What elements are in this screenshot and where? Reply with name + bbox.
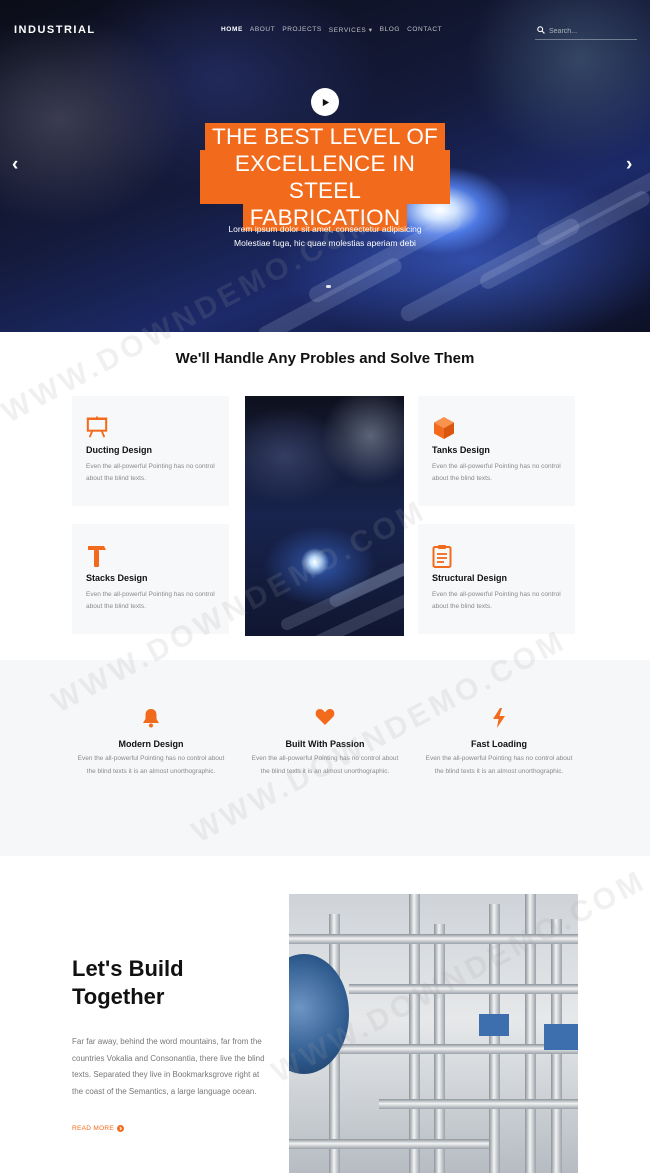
service-card-desc: Even the all-powerful Pointing has no co… [86,463,215,482]
pipes-image [289,894,578,1173]
top-nav: INDUSTRIAL HOME ABOUT PROJECTS SERVICES … [0,0,650,60]
service-card-desc: Even the all-powerful Pointing has no co… [432,463,561,482]
nav-contact[interactable]: CONTACT [407,26,442,34]
hero-banner: INDUSTRIAL HOME ABOUT PROJECTS SERVICES … [0,0,650,332]
bell-icon [143,709,159,728]
welding-image [245,396,404,636]
feature-desc: Even the all-powerful Pointing has no co… [251,755,399,775]
read-more-label: READ MORE [72,1125,115,1132]
pipe [489,904,500,1173]
hammer-icon [88,546,106,567]
service-card-ducting[interactable]: Ducting Design Even the all-powerful Poi… [72,396,229,506]
service-card-desc: Even the all-powerful Pointing has no co… [432,591,561,610]
valve-box [544,1024,578,1050]
main-menu: HOME ABOUT PROJECTS SERVICES ▾ BLOG CONT… [221,26,442,34]
slider-next-arrow-icon[interactable]: › [626,154,632,176]
feature-fast-loading: Fast Loading Even the all-powerful Point… [424,708,574,778]
feature-modern-design: Modern Design Even the all-powerful Poin… [76,708,226,778]
hero-steel-stripe [255,255,405,332]
service-card-desc: Even the all-powerful Pointing has no co… [86,591,215,610]
cube-icon [434,417,454,439]
build-title: Let's Build Together [72,955,184,1011]
play-icon [322,98,329,106]
bolt-icon [493,708,505,728]
pipe [379,1099,578,1109]
valve-box [479,1014,509,1036]
arrow-circle-icon [117,1125,125,1132]
service-card-title: Tanks Design [432,445,490,455]
service-card-title: Ducting Design [86,445,153,455]
hero-subtext: Lorem ipsum dolor sit amet, consectetur … [200,222,450,250]
clipboard-icon [432,545,452,568]
service-card-structural[interactable]: Structural Design Even the all-powerful … [418,524,575,634]
hero-headline-line: EXCELLENCE IN STEEL [200,150,450,204]
features-section: Modern Design Even the all-powerful Poin… [0,660,650,856]
pipe [289,1139,489,1149]
build-title-line: Together [72,984,165,1009]
search-input[interactable] [549,24,635,38]
hero-subtext-line: Lorem ipsum dolor sit amet, consectetur … [228,224,422,234]
build-paragraph: Far far away, behind the word mountains,… [72,1037,265,1096]
service-card-title: Stacks Design [86,573,148,583]
hero-headline: THE BEST LEVEL OF EXCELLENCE IN STEEL FA… [200,123,450,231]
service-card-tanks[interactable]: Tanks Design Even the all-powerful Point… [418,396,575,506]
nav-about[interactable]: ABOUT [250,26,275,34]
pipe [309,1044,578,1054]
pipe [289,934,578,944]
services-title: We'll Handle Any Probles and Solve Them [175,350,475,367]
heart-icon [315,709,335,725]
nav-services[interactable]: SERVICES ▾ [329,26,373,34]
nav-projects[interactable]: PROJECTS [282,26,321,34]
service-card-stacks[interactable]: Stacks Design Even the all-powerful Poin… [72,524,229,634]
search-box [535,22,637,40]
search-icon[interactable] [537,26,545,34]
play-video-button[interactable] [311,88,339,116]
feature-built-with-passion: Built With Passion Even the all-powerful… [250,708,400,778]
service-card-title: Structural Design [432,573,508,583]
hero-headline-line: THE BEST LEVEL OF [205,123,445,150]
site-logo[interactable]: INDUSTRIAL [14,24,96,36]
nav-home[interactable]: HOME [221,26,243,34]
feature-desc: Even the all-powerful Pointing has no co… [425,755,573,775]
feature-title: Fast Loading [471,739,527,749]
feature-desc: Even the all-powerful Pointing has no co… [77,755,225,775]
motor [289,954,349,1074]
build-title-line: Let's Build [72,956,184,981]
hero-subtext-line: Molestiae fuga, hic quae molestias aperi… [234,238,416,248]
pipe [349,984,578,994]
feature-title: Built With Passion [285,739,365,749]
read-more-link[interactable]: READ MORE [72,1125,125,1132]
slider-prev-arrow-icon[interactable]: ‹ [12,154,18,176]
easel-icon [86,416,108,438]
feature-title: Modern Design [118,739,184,749]
nav-blog[interactable]: BLOG [380,26,400,34]
slider-dot[interactable] [326,285,331,288]
